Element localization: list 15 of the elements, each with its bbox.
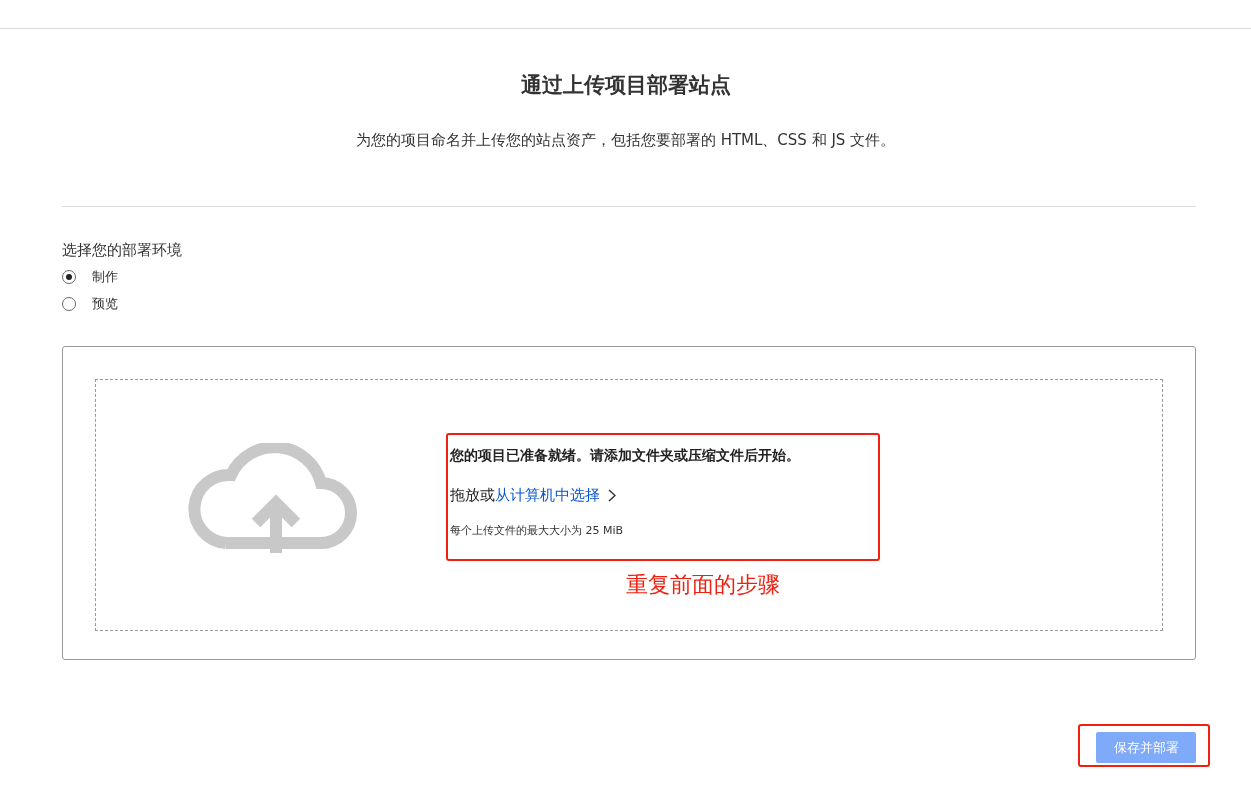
drop-text: 拖放或 [450,486,495,505]
radio-option[interactable]: 制作 [62,268,118,286]
size-note: 每个上传文件的最大大小为 25 MiB [450,523,625,538]
drop-zone[interactable]: 您的项目已准备就绪。请添加文件夹或压缩文件后开始。 拖放或从计算机中选择 每个上传文件的最大大小为 25 MiB 重复前面的步骤 [95,379,1163,631]
upload-heading: 您的项目已准备就绪。请添加文件夹或压缩文件后开始。 [450,447,801,465]
page-description: 为您的项目命名并上传您的站点资产，包括您要部署的 HTML、CSS 和 JS 文件。 [355,130,896,151]
page-title: 通过上传项目部署站点 [519,72,732,99]
chevron-right-icon [608,489,616,502]
radio-option[interactable]: 预览 [62,295,118,313]
radio-label: 预览 [92,295,118,313]
radio-label: 制作 [92,268,118,286]
annotation-text: 重复前面的步骤 [626,571,780,599]
choose-file-link[interactable]: 从计算机中选择 [495,486,600,505]
section-label: 选择您的部署环境 [62,241,183,260]
cloud-upload-icon [186,443,358,553]
